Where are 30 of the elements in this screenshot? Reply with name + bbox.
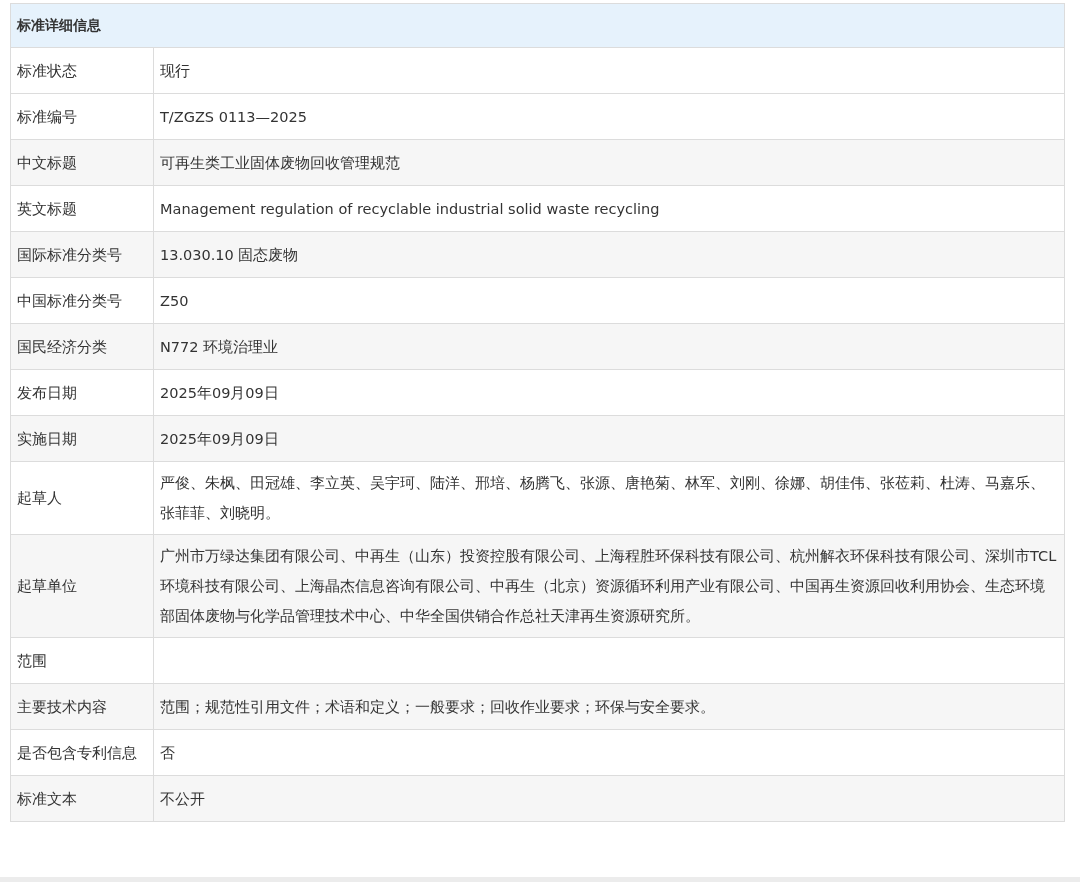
label-cell: 发布日期 xyxy=(10,369,154,416)
label-cell: 标准文本 xyxy=(10,775,154,822)
table-header: 标准详细信息 xyxy=(10,3,1065,48)
label-cell: 国际标准分类号 xyxy=(10,231,154,278)
label-cell: 范围 xyxy=(10,637,154,684)
label-cell: 是否包含专利信息 xyxy=(10,729,154,776)
value-cell: 现行 xyxy=(153,47,1065,94)
value-cell: 2025年09月09日 xyxy=(153,369,1065,416)
value-cell: N772 环境治理业 xyxy=(153,323,1065,370)
value-cell: Management regulation of recyclable industrial solid waste recycling xyxy=(153,185,1065,232)
label-cell: 起草人 xyxy=(10,461,154,535)
value-cell: 范围；规范性引用文件；术语和定义；一般要求；回收作业要求；环保与安全要求。 xyxy=(153,683,1065,730)
label-cell: 实施日期 xyxy=(10,415,154,462)
value-cell: 严俊、朱枫、田冠雄、李立英、吴宇珂、陆洋、邢培、杨腾飞、张源、唐艳菊、林军、刘刚、徐娜、胡佳伟、张莅莉、杜涛、马嘉乐、张菲菲、刘晓明。 xyxy=(153,461,1065,535)
label-cell: 中文标题 xyxy=(10,139,154,186)
value-cell: 可再生类工业固体废物回收管理规范 xyxy=(153,139,1065,186)
value-cell: 否 xyxy=(153,729,1065,776)
label-cell: 标准编号 xyxy=(10,93,154,140)
value-cell: 广州市万绿达集团有限公司、中再生（山东）投资控股有限公司、上海程胜环保科技有限公司、杭州解衣环保科技有限公司、深圳市TCL环境科技有限公司、上海晶杰信息咨询有限公司、中再生（北京）资源循环利用产业有限公司、中国再生资源回收利用协会、生态环境部固体废物与化学品管理技术中心、中华全国供销合作总社天津再生资源研究所。 xyxy=(153,534,1065,638)
value-cell: 2025年09月09日 xyxy=(153,415,1065,462)
label-cell: 主要技术内容 xyxy=(10,683,154,730)
value-cell: T/ZGZS 0113—2025 xyxy=(153,93,1065,140)
label-cell: 起草单位 xyxy=(10,534,154,638)
value-cell: 不公开 xyxy=(153,775,1065,822)
value-cell: Z50 xyxy=(153,277,1065,324)
label-cell: 国民经济分类 xyxy=(10,323,154,370)
value-cell: 13.030.10 固态废物 xyxy=(153,231,1065,278)
label-cell: 中国标准分类号 xyxy=(10,277,154,324)
label-cell: 英文标题 xyxy=(10,185,154,232)
label-cell: 标准状态 xyxy=(10,47,154,94)
